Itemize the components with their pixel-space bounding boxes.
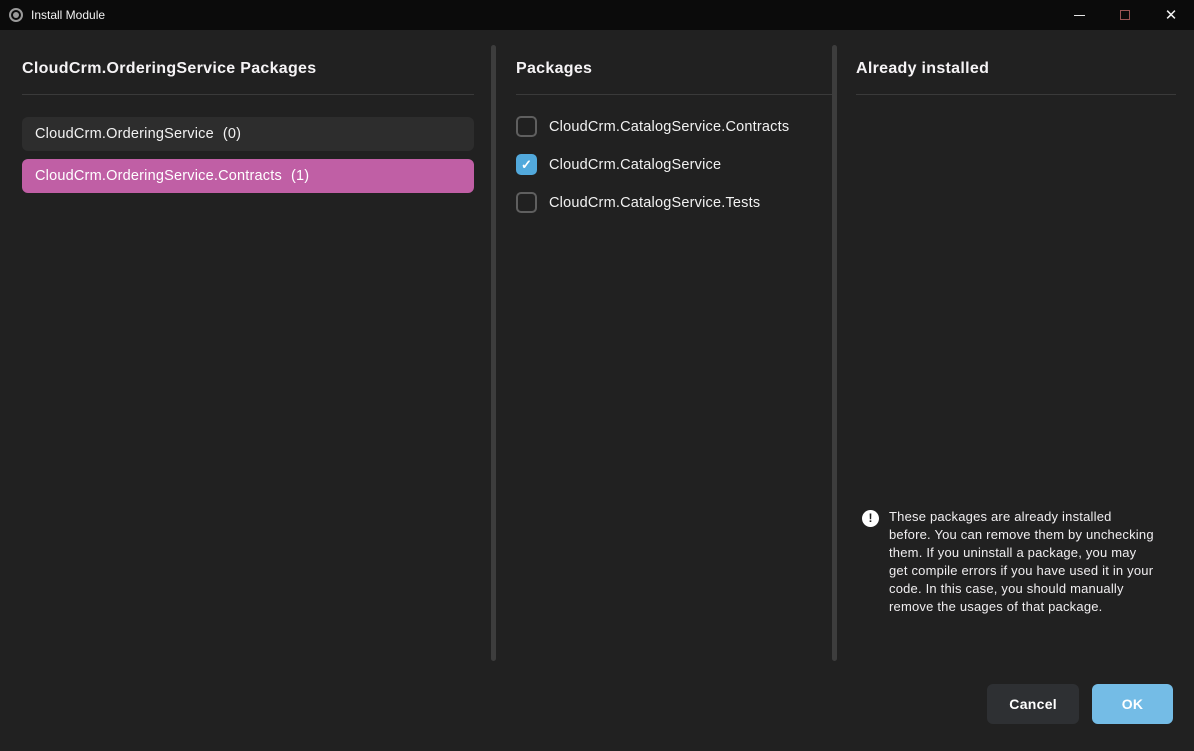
checkbox-label: CloudCrm.CatalogService.Contracts <box>549 119 789 135</box>
packages-panel-header: Packages <box>516 60 832 95</box>
info-icon: ! <box>862 510 879 527</box>
package-count: (1) <box>291 168 309 184</box>
checkbox-row-catalogservice[interactable]: ✓ CloudCrm.CatalogService <box>516 154 832 175</box>
checkbox-checked-icon[interactable]: ✓ <box>516 154 537 175</box>
checkbox-unchecked-icon[interactable]: ✓ <box>516 116 537 137</box>
cancel-button[interactable]: Cancel <box>987 684 1079 724</box>
package-label: CloudCrm.OrderingService <box>35 126 214 142</box>
packages-checkbox-list: ✓ CloudCrm.CatalogService.Contracts ✓ Cl… <box>516 116 832 213</box>
minimize-button[interactable] <box>1056 0 1102 30</box>
already-installed-header: Already installed <box>856 60 1176 95</box>
checkbox-row-catalogservice-tests[interactable]: ✓ CloudCrm.CatalogService.Tests <box>516 192 832 213</box>
checkbox-label: CloudCrm.CatalogService <box>549 157 721 173</box>
ok-button[interactable]: OK <box>1092 684 1173 724</box>
note-text: These packages are already installed bef… <box>889 508 1157 616</box>
titlebar: Install Module ✕ <box>0 0 1194 30</box>
package-count: (0) <box>223 126 241 142</box>
checkbox-unchecked-icon[interactable]: ✓ <box>516 192 537 213</box>
panel-separator-left <box>491 45 496 661</box>
close-button[interactable]: ✕ <box>1148 0 1194 30</box>
already-installed-note: ! These packages are already installed b… <box>862 508 1166 616</box>
list-item-orderingservice[interactable]: CloudCrm.OrderingService (0) <box>22 117 474 151</box>
close-icon: ✕ <box>1165 8 1178 23</box>
checkbox-row-catalogservice-contracts[interactable]: ✓ CloudCrm.CatalogService.Contracts <box>516 116 832 137</box>
panel-separator-right <box>832 45 837 661</box>
check-icon: ✓ <box>521 158 532 171</box>
maximize-button[interactable] <box>1102 0 1148 30</box>
app-logo-icon <box>9 8 23 22</box>
window-title: Install Module <box>31 8 105 22</box>
maximize-icon <box>1120 10 1130 20</box>
package-label: CloudCrm.OrderingService.Contracts <box>35 168 282 184</box>
install-module-window: Install Module ✕ CloudCrm.OrderingServic… <box>0 0 1194 751</box>
window-controls: ✕ <box>1056 0 1194 30</box>
list-item-orderingservice-contracts[interactable]: CloudCrm.OrderingService.Contracts (1) <box>22 159 474 193</box>
checkbox-label: CloudCrm.CatalogService.Tests <box>549 195 760 211</box>
already-installed-panel: Already installed ! These packages are a… <box>856 60 1176 660</box>
dialog-footer: Cancel OK <box>987 684 1173 724</box>
minimize-icon <box>1074 15 1085 16</box>
left-panel-header: CloudCrm.OrderingService Packages <box>22 60 474 95</box>
module-packages-panel: CloudCrm.OrderingService Packages CloudC… <box>22 60 474 201</box>
module-package-list: CloudCrm.OrderingService (0) CloudCrm.Or… <box>22 117 474 193</box>
packages-panel: Packages ✓ CloudCrm.CatalogService.Contr… <box>516 60 832 230</box>
